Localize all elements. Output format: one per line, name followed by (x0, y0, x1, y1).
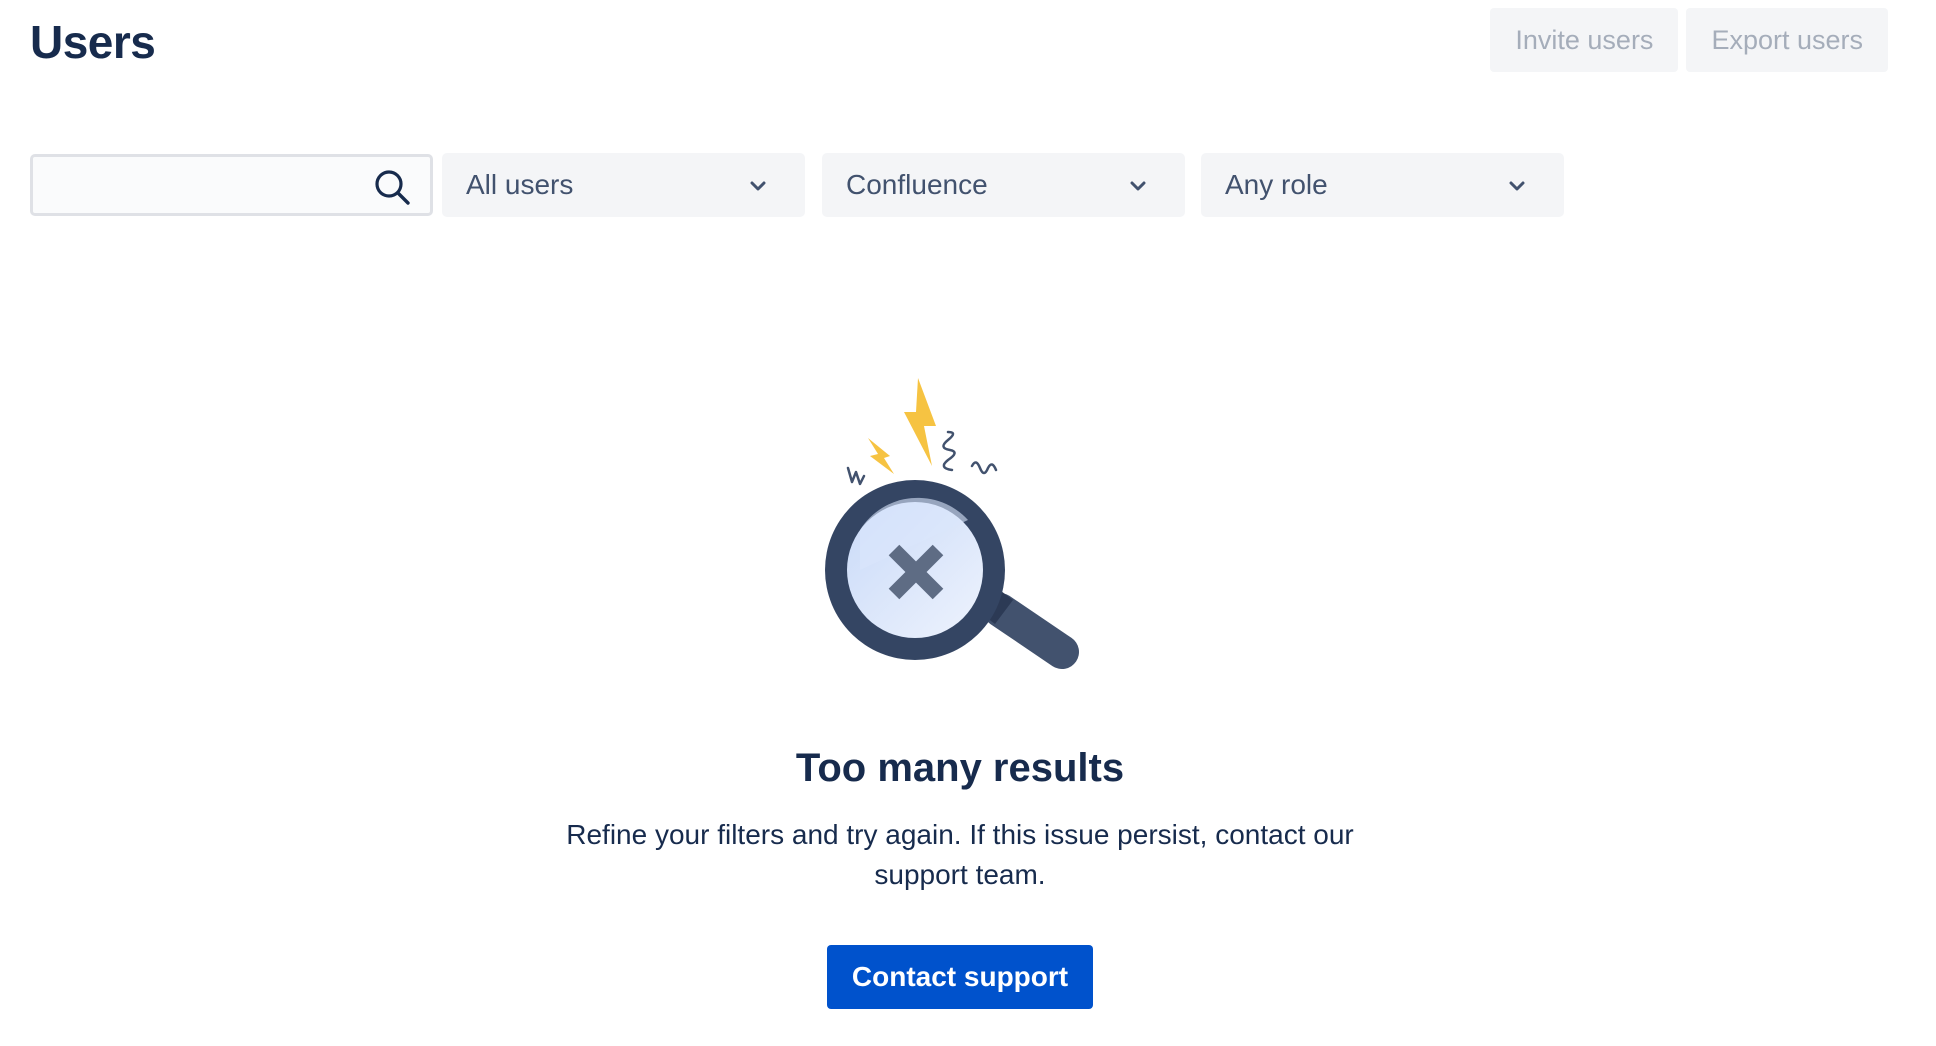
search-icon[interactable] (372, 167, 412, 207)
empty-state-description-line1: Refine your filters and try again. If th… (566, 819, 1354, 850)
export-users-button[interactable]: Export users (1686, 8, 1888, 72)
empty-state: Too many results Refine your filters and… (0, 370, 1920, 1009)
chevron-down-icon (750, 181, 766, 191)
product-select[interactable]: Confluence (822, 153, 1185, 217)
filter-bar: All users Confluence Any role (30, 153, 1564, 217)
contact-support-button[interactable]: Contact support (826, 945, 1094, 1009)
chevron-down-icon (1509, 181, 1525, 191)
role-value: Any role (1225, 169, 1328, 200)
chevron-down-icon (1130, 181, 1146, 191)
role-select[interactable]: Any role (1201, 153, 1564, 217)
magnifying-glass-x-icon (825, 378, 1079, 669)
empty-state-description-line2: support team. (874, 859, 1046, 890)
search-input[interactable] (33, 157, 363, 213)
product-value: Confluence (846, 169, 988, 200)
search-box (30, 154, 433, 216)
empty-state-title: Too many results (795, 746, 1125, 790)
empty-state-description: Refine your filters and try again. If th… (530, 815, 1390, 895)
page-title: Users (30, 16, 156, 68)
user-type-value: All users (466, 169, 574, 200)
header-actions: Invite users Export users (1490, 8, 1888, 72)
users-page: Users Invite users Export users All user… (0, 0, 1936, 1046)
invite-users-button[interactable]: Invite users (1490, 8, 1679, 72)
user-type-select[interactable]: All users (442, 153, 805, 217)
